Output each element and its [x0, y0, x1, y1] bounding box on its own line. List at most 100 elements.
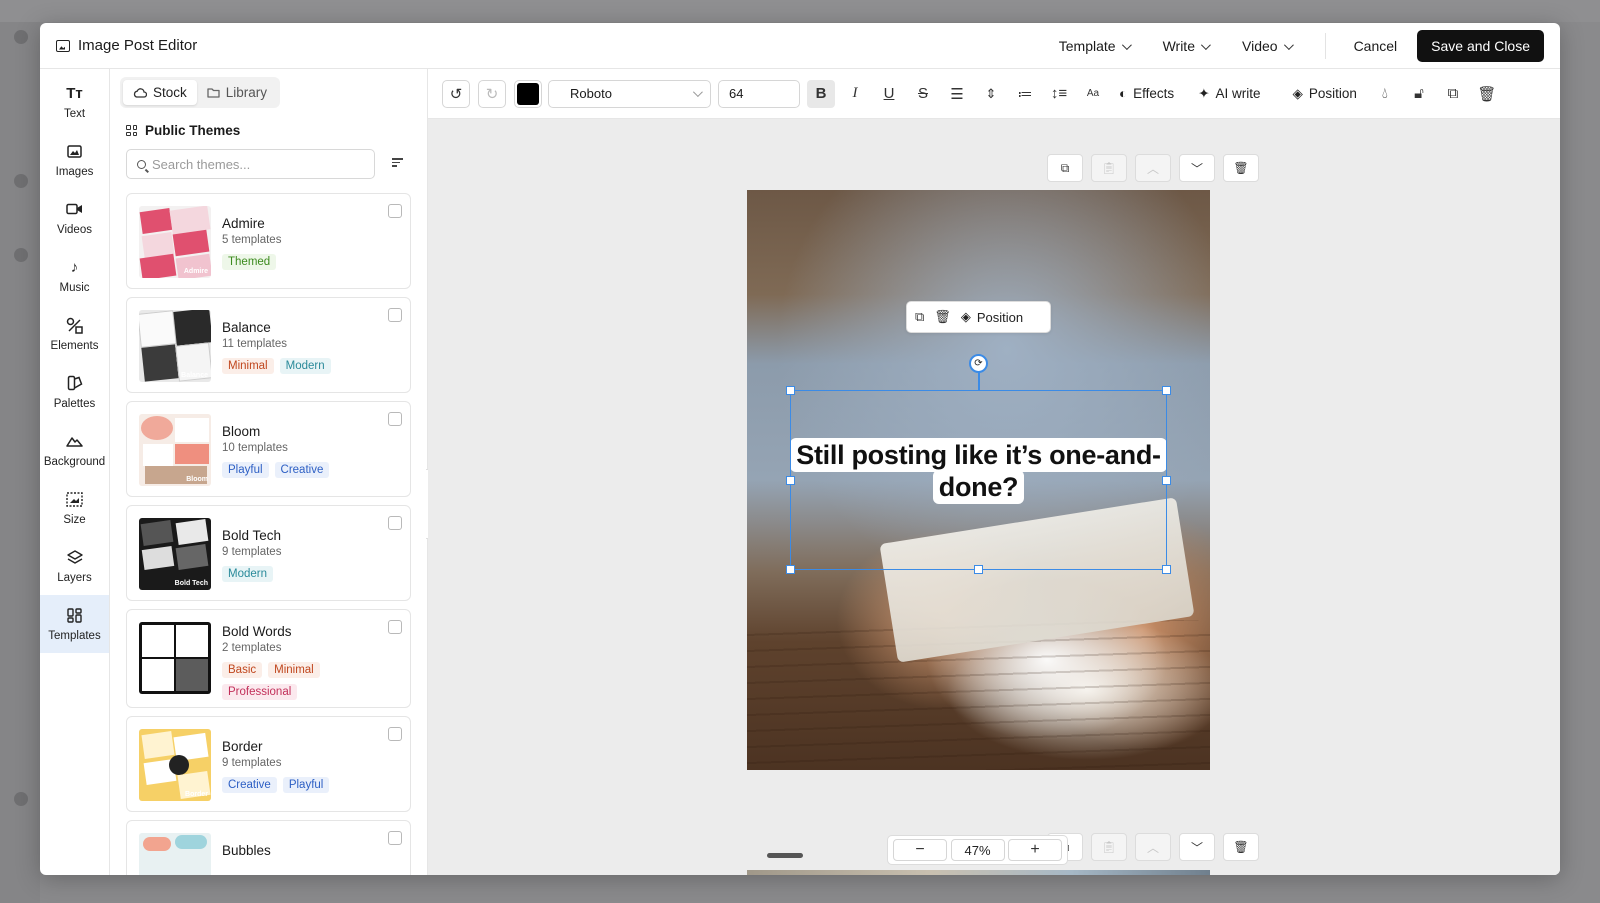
thumbnail-label: Admire — [183, 268, 208, 275]
vertical-align-button[interactable]: ⇕ — [977, 80, 1005, 108]
write-menu[interactable]: Write — [1162, 38, 1211, 54]
theme-thumbnail: Admire — [139, 206, 211, 278]
resize-handle-br[interactable] — [1162, 565, 1171, 574]
paste-page-button[interactable]: 📋︎ — [1091, 154, 1127, 182]
theme-card-admire[interactable]: Admire Admire 5 templates Themed — [126, 193, 411, 289]
resize-handle-ml[interactable] — [786, 476, 795, 485]
template-menu[interactable]: Template — [1059, 38, 1132, 54]
move-page-down-button[interactable]: ﹀ — [1179, 833, 1215, 861]
grid-icon — [66, 606, 84, 624]
theme-card-border[interactable]: Border Border 9 templates Creative Playf… — [126, 716, 411, 812]
rail-item-elements[interactable]: Elements — [40, 305, 109, 363]
floating-position-button[interactable]: ◈ Position — [961, 309, 1023, 325]
trash-icon[interactable]: 🗑︎ — [934, 309, 951, 325]
move-page-up-button[interactable]: ︿ — [1135, 154, 1171, 182]
scroll-indicator[interactable] — [767, 853, 803, 858]
theme-search[interactable] — [126, 149, 375, 179]
theme-checkbox[interactable] — [388, 727, 402, 741]
tab-library[interactable]: Library — [197, 80, 277, 105]
video-menu[interactable]: Video — [1242, 38, 1294, 54]
sort-icon[interactable] — [392, 158, 403, 168]
rail-item-label: Music — [59, 282, 90, 294]
zoom-in-button[interactable]: + — [1008, 839, 1062, 861]
rail-item-videos[interactable]: Videos — [40, 189, 109, 247]
theme-checkbox[interactable] — [388, 516, 402, 530]
theme-card-bubbles[interactable]: Bubbles — [126, 820, 411, 875]
theme-checkbox[interactable] — [388, 204, 402, 218]
floating-position-label: Position — [976, 309, 1024, 325]
delete-button[interactable]: 🗑︎ — [1473, 80, 1501, 108]
align-center-button[interactable]: ☰ — [943, 80, 971, 108]
position-button[interactable]: ◈ Position — [1293, 86, 1357, 102]
rail-item-background[interactable]: Background — [40, 421, 109, 479]
resize-handle-tl[interactable] — [786, 386, 795, 395]
theme-card-bloom[interactable]: Bloom Bloom 10 templates Playful Creativ… — [126, 401, 411, 497]
theme-checkbox[interactable] — [388, 308, 402, 322]
duplicate-page-button[interactable]: ⧉ — [1047, 154, 1083, 182]
font-size-input[interactable]: 64 — [718, 79, 800, 108]
theme-checkbox[interactable] — [388, 620, 402, 634]
rail-item-images[interactable]: Images — [40, 131, 109, 189]
underline-button[interactable]: U — [875, 80, 903, 108]
theme-info: Balance 11 templates Minimal Modern — [222, 310, 412, 380]
move-page-up-button[interactable]: ︿ — [1135, 833, 1171, 861]
resize-handle-bm[interactable] — [974, 565, 983, 574]
resize-handle-bl[interactable] — [786, 565, 795, 574]
duplicate-icon[interactable]: ⧉ — [915, 309, 924, 325]
text-color-swatch[interactable] — [514, 79, 542, 108]
delete-page-button[interactable]: 🗑︎ — [1223, 833, 1259, 861]
font-family-select[interactable]: Roboto — [548, 79, 711, 108]
element-floating-toolbar: ⧉ 🗑︎ ◈ Position — [906, 301, 1051, 333]
artboard-page-2[interactable] — [747, 870, 1210, 875]
theme-count: 9 templates — [222, 546, 282, 558]
theme-search-input[interactable] — [152, 156, 352, 172]
theme-card-balance[interactable]: Balance Balance 11 templates Minimal Mod… — [126, 297, 411, 393]
resize-handle-tr[interactable] — [1162, 386, 1171, 395]
move-page-down-button[interactable]: ﹀ — [1179, 154, 1215, 182]
theme-checkbox[interactable] — [388, 831, 402, 845]
rotate-handle[interactable]: ⟳ — [969, 354, 988, 373]
lock-button[interactable]: 🔓︎ — [1405, 80, 1433, 108]
rail-item-layers[interactable]: Layers — [40, 537, 109, 595]
tool-rail: Tт Text Images Videos ♪ Music Elements P… — [40, 69, 110, 875]
rail-item-palettes[interactable]: Palettes — [40, 363, 109, 421]
theme-card-bold-tech[interactable]: Bold Tech Bold Tech 9 templates Modern — [126, 505, 411, 601]
save-and-close-button[interactable]: Save and Close — [1417, 30, 1544, 62]
write-menu-label: Write — [1162, 38, 1195, 54]
line-height-button[interactable]: ↕≡ — [1045, 80, 1073, 108]
redo-button[interactable]: ↻ — [478, 79, 506, 108]
rail-item-text[interactable]: Tт Text — [40, 73, 109, 131]
theme-card-bold-words[interactable]: Bold Words 2 templates Basic Minimal Pro… — [126, 609, 411, 708]
rail-item-label: Palettes — [53, 398, 96, 410]
rail-item-size[interactable]: Size — [40, 479, 109, 537]
bold-button[interactable]: B — [807, 79, 835, 108]
duplicate-button[interactable]: ⧉ — [1439, 80, 1467, 108]
zoom-out-button[interactable]: − — [893, 839, 947, 861]
rail-item-music[interactable]: ♪ Music — [40, 247, 109, 305]
opacity-button[interactable]: 💧︎ — [1371, 80, 1399, 108]
bullet-list-button[interactable]: ≔ — [1011, 80, 1039, 108]
canvas-workspace: ↺ ↻ Roboto 64 B I U S ☰ ⇕ ≔ ↕≡ Aa ◐ Effec… — [428, 69, 1560, 875]
clipboard-icon: 📋︎ — [1101, 840, 1117, 854]
tab-stock[interactable]: Stock — [123, 80, 197, 105]
paste-page-button[interactable]: 📋︎ — [1091, 833, 1127, 861]
editor-topbar: Image Post Editor Template Write Video C… — [40, 23, 1560, 69]
cancel-button[interactable]: Cancel — [1354, 38, 1398, 54]
rail-item-label: Elements — [50, 340, 99, 352]
rail-item-label: Text — [63, 108, 86, 120]
strikethrough-button[interactable]: S — [909, 80, 937, 108]
redo-icon: ↻ — [485, 85, 499, 103]
italic-button[interactable]: I — [841, 80, 869, 108]
theme-list: Admire Admire 5 templates Themed Balance… — [126, 193, 411, 875]
undo-button[interactable]: ↺ — [442, 79, 470, 108]
tag-badge: Creative — [274, 462, 330, 478]
zoom-control: − 47% + — [887, 835, 1068, 865]
text-case-button[interactable]: Aa — [1079, 80, 1107, 108]
ai-write-button[interactable]: ✦ AI write — [1198, 86, 1260, 102]
theme-checkbox[interactable] — [388, 412, 402, 426]
mountain-icon — [66, 432, 84, 450]
resize-handle-mr[interactable] — [1162, 476, 1171, 485]
rail-item-templates[interactable]: Templates — [40, 595, 109, 653]
delete-page-button[interactable]: 🗑︎ — [1223, 154, 1259, 182]
effects-button[interactable]: ◐ Effects — [1119, 86, 1174, 101]
